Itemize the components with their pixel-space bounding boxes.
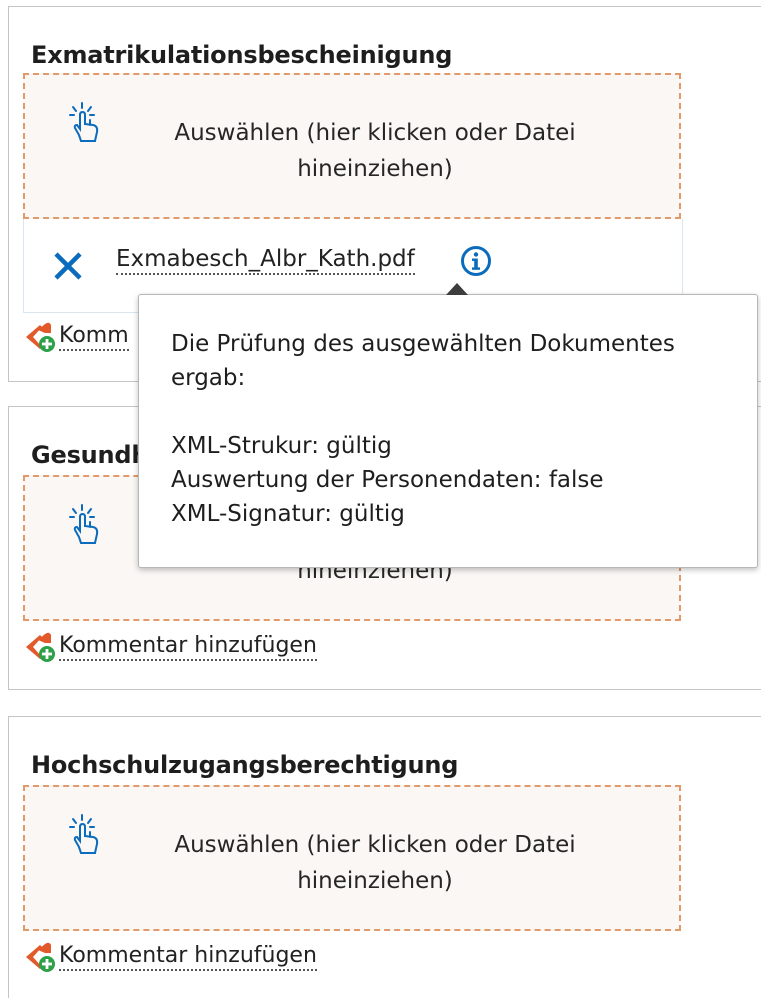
tooltip-content: Die Prüfung des ausgewählten Dokumentes …	[171, 327, 737, 531]
tooltip-line-person-data: Auswertung der Personendaten: false	[171, 467, 604, 493]
dropzone-label: Auswählen (hier klicken oder Datei hinei…	[174, 120, 576, 182]
uploaded-file-link[interactable]: Exmabesch_Albr_Kath.pdf	[116, 245, 415, 275]
add-comment-link[interactable]: Komm	[23, 319, 129, 355]
section-title: Gesundh	[31, 441, 149, 469]
comment-add-icon	[26, 632, 55, 662]
add-comment-link[interactable]: Kommentar hinzufügen	[23, 629, 317, 665]
add-comment-label[interactable]: Kommentar hinzufügen	[59, 633, 317, 661]
add-comment-label[interactable]: Komm	[59, 323, 129, 351]
file-dropzone[interactable]: Auswählen (hier klicken oder Datei hinei…	[23, 785, 681, 931]
tooltip-intro: Die Prüfung des ausgewählten Dokumentes …	[171, 331, 675, 391]
document-upload-page: Exmatrikulationsbescheinigung Auswählen …	[0, 0, 761, 998]
tooltip-arrow	[446, 283, 468, 295]
info-circle-icon[interactable]	[460, 245, 492, 277]
comment-add-icon	[26, 942, 55, 972]
tooltip-line-xml-signature: XML-Signatur: gültig	[171, 501, 405, 527]
comment-add-icon	[26, 322, 55, 352]
hand-pointer-click-icon	[69, 504, 99, 544]
tooltip-line-xml-structure: XML-Strukur: gültig	[171, 433, 392, 459]
validation-tooltip: Die Prüfung des ausgewählten Dokumentes …	[138, 294, 758, 568]
dropzone-label: Auswählen (hier klicken oder Datei hinei…	[174, 832, 576, 894]
add-comment-label[interactable]: Kommentar hinzufügen	[59, 943, 317, 971]
hand-pointer-click-icon	[69, 102, 99, 142]
add-comment-link[interactable]: Kommentar hinzufügen	[23, 939, 317, 975]
hand-pointer-click-icon	[69, 814, 99, 854]
section-title: Hochschulzugangsberechtigung	[31, 751, 459, 779]
close-icon[interactable]	[51, 249, 85, 283]
section-title: Exmatrikulationsbescheinigung	[31, 41, 453, 69]
section-hochschulzugangsberechtigung: Hochschulzugangsberechtigung Auswählen (…	[8, 716, 761, 998]
file-dropzone[interactable]: Auswählen (hier klicken oder Datei hinei…	[23, 73, 681, 219]
